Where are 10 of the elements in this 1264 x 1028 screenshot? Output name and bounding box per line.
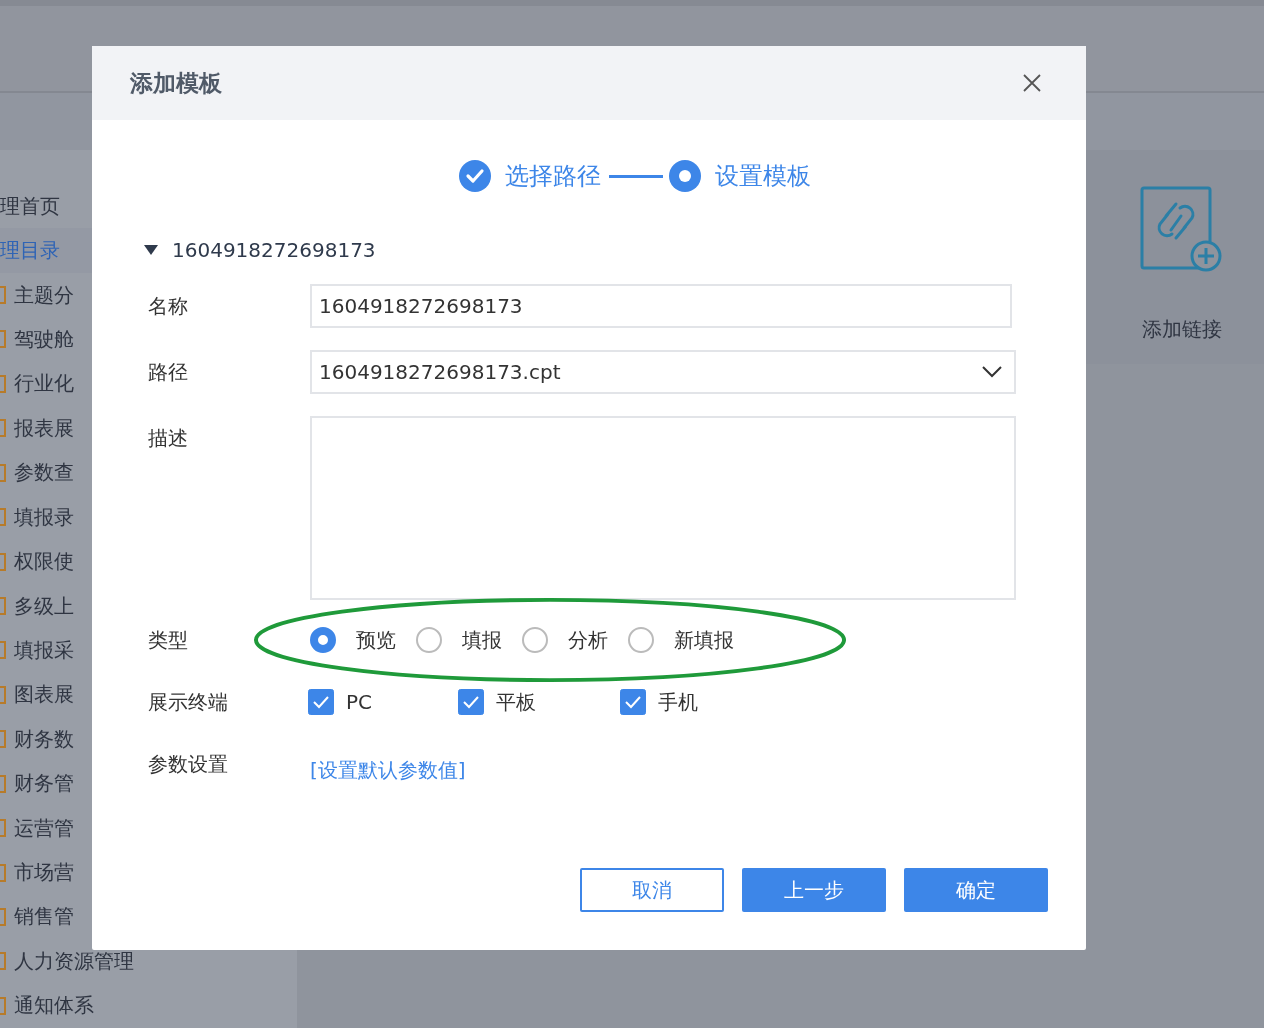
field-label: 参数设置 — [148, 751, 229, 778]
field-label: 描述 — [148, 425, 189, 452]
dialog-title: 添加模板 — [130, 68, 222, 98]
field-label: 展示终端 — [148, 689, 229, 716]
field-label: 名称 — [148, 293, 189, 320]
field-label: 类型 — [148, 627, 189, 654]
step-label: 选择路径 — [505, 161, 601, 192]
field-label: 路径 — [148, 359, 189, 386]
add-link-label: 添加链接 — [1142, 316, 1222, 343]
step-label: 设置模板 — [715, 161, 811, 192]
